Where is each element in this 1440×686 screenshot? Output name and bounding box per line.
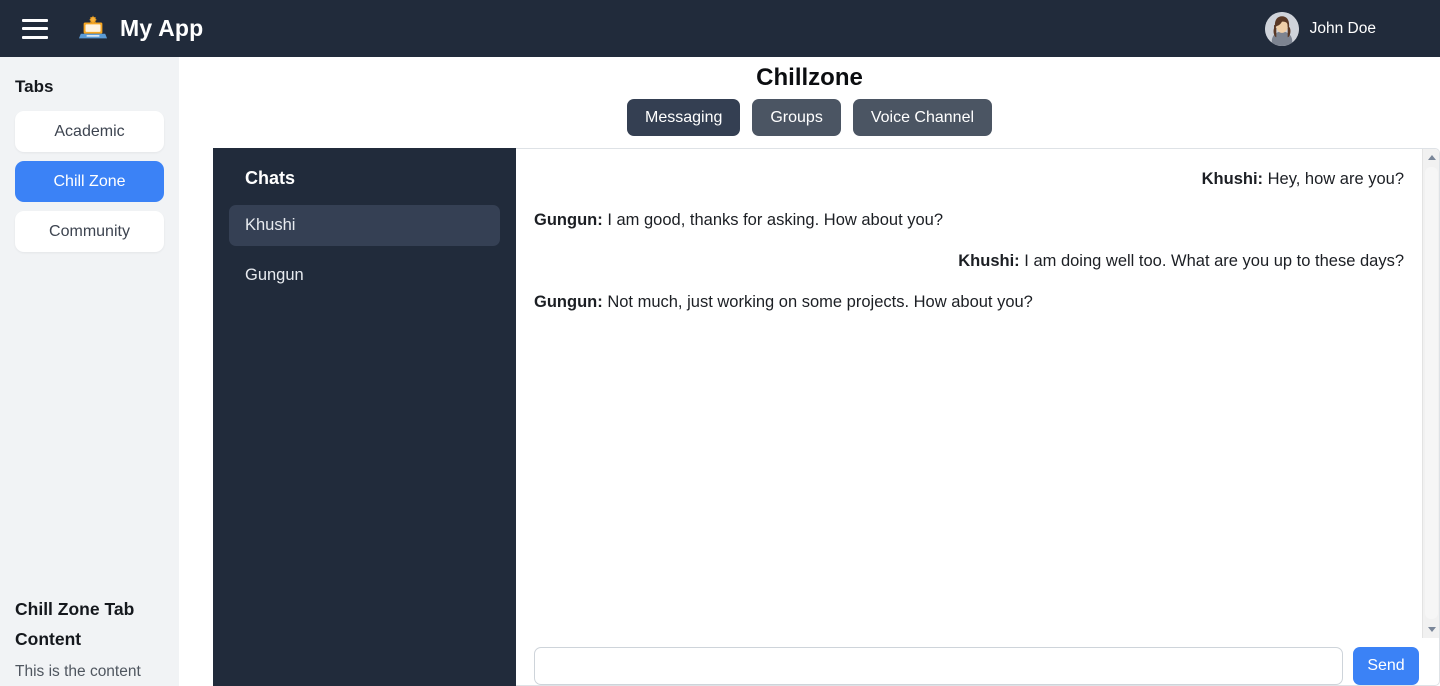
laptop-app-logo-icon xyxy=(78,15,108,38)
tab-messaging[interactable]: Messaging xyxy=(626,99,741,136)
send-button[interactable]: Send xyxy=(1353,647,1419,685)
page-title: Chillzone xyxy=(756,64,863,91)
message-composer: Send xyxy=(516,636,1422,685)
chat-list-item-gungun[interactable]: Gungun xyxy=(229,255,500,296)
message-sender: Khushi: xyxy=(1201,170,1264,188)
conversation-panel: Khushi: Hey, how are you? Gungun: I am g… xyxy=(516,148,1440,686)
message-list: Khushi: Hey, how are you? Gungun: I am g… xyxy=(516,149,1422,636)
top-navbar: My App John Doe xyxy=(0,0,1440,57)
chevron-down-icon[interactable] xyxy=(1423,621,1439,638)
message-row: Khushi: Hey, how are you? xyxy=(534,167,1404,191)
message-row: Khushi: I am doing well too. What are yo… xyxy=(534,249,1404,273)
sidebar-item-community[interactable]: Community xyxy=(15,211,164,252)
message-text: Not much, just working on some projects.… xyxy=(607,293,1033,311)
sidebar-item-chill-zone[interactable]: Chill Zone xyxy=(15,161,164,202)
tab-voice-channel[interactable]: Voice Channel xyxy=(852,99,993,136)
sidebar-content-text: This is the content xyxy=(15,663,141,680)
sidebar-heading: Tabs xyxy=(15,77,54,96)
sidebar-content-heading: Chill Zone Tab Content xyxy=(15,599,135,649)
chat-shell: Chats Khushi Gungun Khushi: Hey, how are… xyxy=(213,148,1440,686)
message-text: Hey, how are you? xyxy=(1267,170,1404,188)
chats-panel-title: Chats xyxy=(245,168,296,188)
message-sender: Khushi: xyxy=(958,252,1020,270)
message-text: I am good, thanks for asking. How about … xyxy=(607,211,944,229)
message-row: Gungun: I am good, thanks for asking. Ho… xyxy=(534,208,1404,232)
chats-panel: Chats Khushi Gungun xyxy=(213,148,516,686)
channel-tabs: Messaging Groups Voice Channel xyxy=(179,99,1440,136)
chevron-up-icon[interactable] xyxy=(1423,149,1439,166)
scrollbar-thumb[interactable] xyxy=(1425,167,1438,619)
message-text: I am doing well too. What are you up to … xyxy=(1024,252,1404,270)
sidebar-item-academic[interactable]: Academic xyxy=(15,111,164,152)
user-avatar-icon xyxy=(1264,11,1299,46)
message-row: Gungun: Not much, just working on some p… xyxy=(534,290,1404,314)
main-content: Chillzone Messaging Groups Voice Channel… xyxy=(179,57,1440,686)
hamburger-bar xyxy=(22,35,48,39)
tab-groups[interactable]: Groups xyxy=(752,99,841,136)
app-root: My App John Doe Tabs Academic Chill Zone… xyxy=(0,0,1440,686)
left-sidebar: Tabs Academic Chill Zone Community Chill… xyxy=(0,57,179,686)
hamburger-bar xyxy=(22,18,48,22)
user-menu[interactable]: John Doe xyxy=(1264,11,1422,46)
chat-list-item-khushi[interactable]: Khushi xyxy=(229,205,500,246)
message-scrollbar[interactable] xyxy=(1422,149,1439,638)
user-name: John Doe xyxy=(1309,19,1376,37)
brand[interactable]: My App xyxy=(78,14,203,44)
hamburger-bar xyxy=(22,27,48,30)
sidebar-tab-content: Chill Zone Tab Content This is the conte… xyxy=(15,594,175,686)
message-sender: Gungun: xyxy=(534,293,603,311)
message-input[interactable] xyxy=(534,647,1343,685)
message-sender: Gungun: xyxy=(534,211,603,229)
hamburger-menu-icon[interactable] xyxy=(22,18,48,39)
app-title: My App xyxy=(120,15,204,41)
